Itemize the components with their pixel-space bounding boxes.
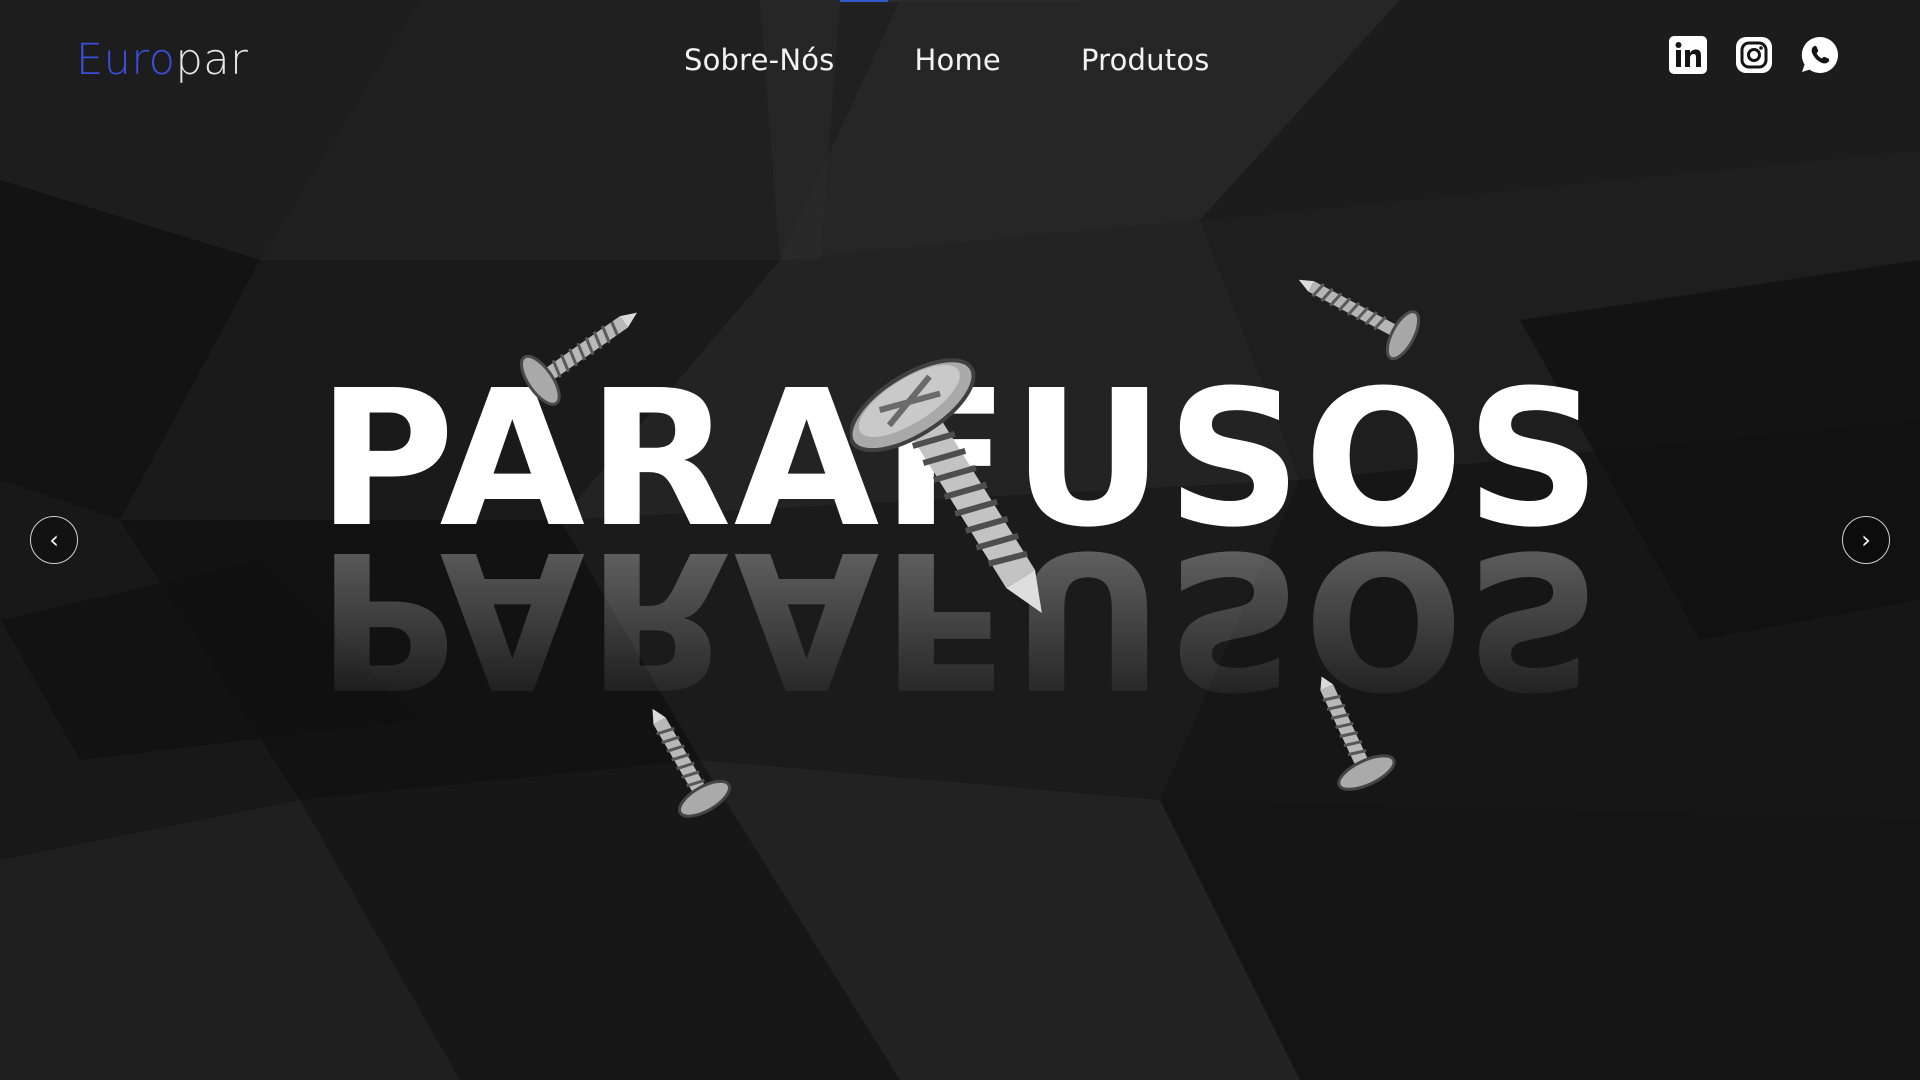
screw-image-2 [1298,279,1421,361]
screw-image-1 [520,312,638,406]
linkedin-icon [1669,36,1707,74]
nav-link-produtos[interactable]: Produtos [1081,36,1210,84]
whatsapp-link[interactable] [1800,35,1840,75]
chevron-right-icon: › [1861,526,1871,554]
linkedin-link[interactable] [1668,35,1708,75]
screw-image-center [850,358,1042,613]
nav-indicator-bar [840,0,1080,2]
main-nav: Sobre-Nós Home Produtos [684,36,1210,84]
nav-active-indicator [840,0,888,2]
nav-link-home[interactable]: Home [915,36,1001,84]
chevron-left-icon: ‹ [49,526,59,554]
whatsapp-icon [1801,36,1839,73]
instagram-link[interactable] [1734,35,1774,75]
nav-link-sobre-nos[interactable]: Sobre-Nós [684,36,835,84]
instagram-icon [1736,37,1772,73]
brand-logo[interactable]: Europar [76,30,248,90]
social-links [1668,35,1840,75]
screw-image-4 [1320,676,1396,791]
carousel-prev-button[interactable]: ‹ [30,516,78,564]
logo-part-1: Euro [76,35,176,85]
screw-image-3 [652,708,731,818]
logo-part-2: par [175,35,249,85]
carousel-next-button[interactable]: › [1842,516,1890,564]
